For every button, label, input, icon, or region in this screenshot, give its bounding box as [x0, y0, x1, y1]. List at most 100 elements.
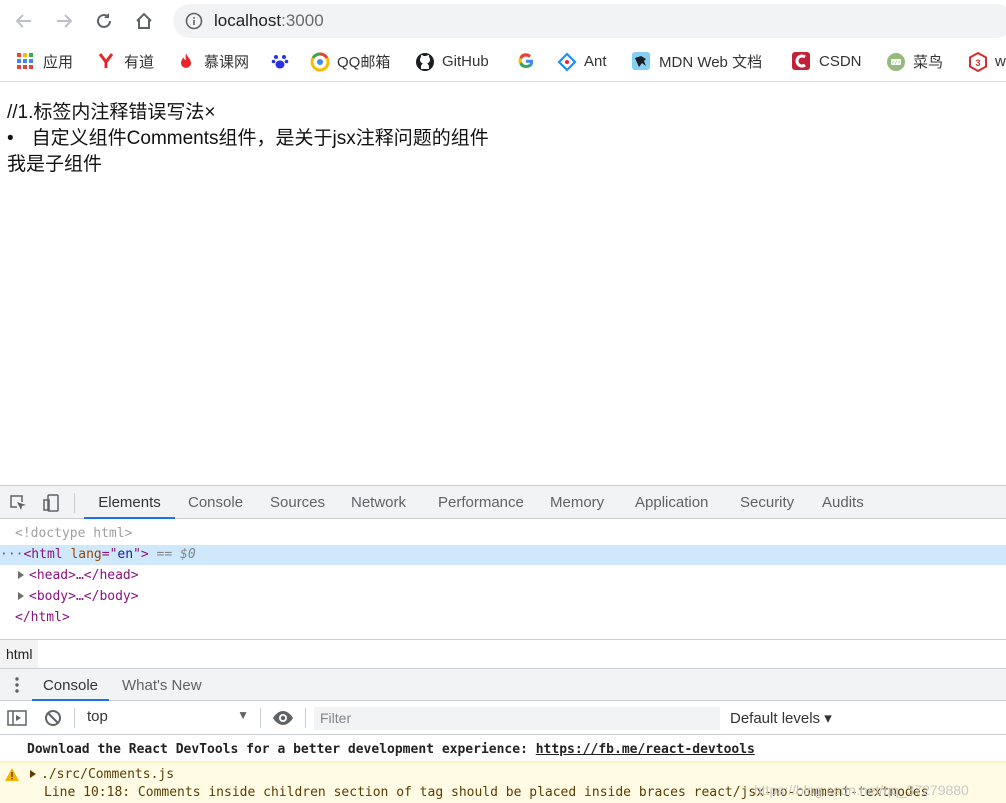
log-levels-dropdown[interactable]: Default levels ▾	[730, 709, 832, 727]
device-toolbar-icon[interactable]	[42, 493, 62, 513]
bookmark-label: MDN Web 文档	[659, 53, 763, 71]
url-port: :3000	[281, 11, 324, 30]
github-icon	[415, 52, 434, 71]
warning-icon	[5, 768, 19, 781]
context-selector[interactable]: top ▼	[87, 708, 249, 728]
body-node[interactable]: <body>…</body>	[18, 587, 139, 607]
bookmark-label: GitHub	[442, 52, 489, 70]
forward-button[interactable]	[52, 9, 76, 33]
expand-triangle-icon[interactable]	[18, 571, 24, 579]
inspect-element-icon[interactable]	[9, 494, 27, 512]
csdn-icon	[792, 52, 810, 70]
back-button[interactable]	[12, 9, 36, 33]
bookmark-runoob[interactable]: </> 菜鸟	[886, 50, 943, 72]
list-bullet: •	[7, 128, 14, 149]
toolbar-divider	[260, 708, 261, 728]
bookmarks-bar: 应用 有道 慕课网 QQ邮箱 GitHub Ant MDN Web 文档 CSD…	[0, 42, 1006, 82]
bookmark-google[interactable]	[517, 50, 544, 72]
svg-text:</>: </>	[891, 60, 900, 66]
drawer-tab-console[interactable]: Console	[32, 669, 109, 701]
browser-toolbar: localhost:3000	[0, 0, 1006, 42]
warning-file-row[interactable]: ./src/Comments.js	[30, 767, 174, 782]
tab-console[interactable]: Console	[188, 486, 243, 519]
doctype-node[interactable]: <!doctype html>	[15, 524, 132, 544]
tab-security[interactable]: Security	[740, 486, 794, 519]
bookmark-apps[interactable]: 应用	[16, 50, 73, 72]
bookmark-w3cschool[interactable]: 3w	[968, 50, 1006, 73]
child-component-text: 我是子组件	[7, 154, 103, 175]
breadcrumb: html	[0, 639, 1006, 668]
tab-performance[interactable]: Performance	[438, 486, 524, 519]
imooc-flame-icon	[177, 52, 195, 70]
bookmark-youdao[interactable]: 有道	[97, 50, 154, 72]
bookmark-label: QQ邮箱	[337, 53, 391, 71]
dom-tree: <!doctype html> ···<html lang="en"> == $…	[0, 520, 1006, 638]
breadcrumb-html[interactable]: html	[0, 640, 39, 668]
list-item-text: 自定义组件Comments组件，是关于jsx注释问题的组件	[31, 128, 489, 149]
eye-icon[interactable]	[272, 709, 294, 727]
w3cschool-icon: 3	[968, 51, 987, 73]
tab-application[interactable]: Application	[635, 486, 708, 519]
bookmark-baidu[interactable]	[271, 50, 298, 72]
console-warning-message: ./src/Comments.js Line 10:18: Comments i…	[0, 762, 1006, 803]
info-icon[interactable]	[185, 12, 203, 30]
expand-triangle-icon[interactable]	[18, 592, 24, 600]
page-viewport: //1.标签内注释错误写法× • 自定义组件Comments组件，是关于jsx注释…	[0, 83, 1006, 485]
forward-arrow-icon	[57, 14, 73, 28]
head-tag: <head>…</head>	[29, 568, 139, 583]
filter-input[interactable]: Filter	[314, 707, 720, 730]
dropdown-arrow-icon: ▼	[237, 708, 249, 722]
reload-icon	[97, 13, 111, 28]
tab-network[interactable]: Network	[351, 486, 406, 519]
info-text: Download the React DevTools for a better…	[27, 742, 536, 757]
tab-audits[interactable]: Audits	[822, 486, 864, 519]
watermark-text: https://blog.csdn.net/qq_37279880	[754, 782, 969, 798]
list-item: • 自定义组件Comments组件，是关于jsx注释问题的组件	[7, 123, 489, 150]
bookmark-ant[interactable]: Ant	[557, 50, 607, 72]
html-close-node[interactable]: </html>	[15, 608, 70, 628]
tab-memory[interactable]: Memory	[550, 486, 604, 519]
bookmark-qqmail[interactable]: QQ邮箱	[310, 50, 390, 72]
bookmark-imooc[interactable]: 慕课网	[177, 50, 249, 72]
runoob-icon: </>	[886, 52, 905, 71]
apps-grid-icon	[16, 52, 34, 70]
bookmark-csdn[interactable]: CSDN	[792, 50, 862, 72]
toolbar-divider	[74, 493, 75, 513]
warning-file: ./src/Comments.js	[41, 767, 175, 782]
drawer-tab-whats-new[interactable]: What's New	[122, 669, 202, 701]
html-open-tag: <html	[23, 547, 63, 562]
expand-triangle-icon[interactable]	[30, 770, 36, 778]
home-icon	[136, 12, 152, 29]
sidebar-toggle-icon[interactable]	[7, 709, 27, 727]
selected-marker: == $0	[148, 547, 196, 562]
bookmark-label: CSDN	[819, 52, 862, 70]
react-devtools-link[interactable]: https://fb.me/react-devtools	[536, 742, 755, 757]
html-node-selected[interactable]: ···<html lang="en"> == $0	[0, 545, 1006, 565]
qqmail-icon	[310, 52, 330, 72]
toolbar-divider	[74, 708, 75, 728]
bookmark-label: 应用	[43, 53, 74, 71]
console-messages: Download the React DevTools for a better…	[0, 736, 1006, 803]
reload-button[interactable]	[92, 9, 116, 33]
attr-name: lang	[62, 547, 102, 562]
google-icon	[517, 52, 535, 70]
address-bar[interactable]: localhost:3000	[173, 4, 1006, 38]
devtools-panel: Elements Console Sources Network Perform…	[0, 485, 1006, 803]
url-host: localhost	[214, 11, 282, 30]
head-node[interactable]: <head>…</head>	[18, 566, 139, 586]
context-value: top	[87, 708, 108, 725]
bookmark-github[interactable]: GitHub	[415, 50, 489, 72]
bookmark-label: Ant	[584, 52, 607, 70]
bookmark-label: 慕课网	[204, 53, 250, 71]
tab-elements[interactable]: Elements	[84, 486, 175, 519]
tab-sources[interactable]: Sources	[270, 486, 325, 519]
clear-console-icon[interactable]	[44, 709, 62, 727]
console-info-message: Download the React DevTools for a better…	[0, 736, 1006, 762]
bookmark-label: w	[995, 52, 1006, 70]
more-vertical-icon[interactable]	[13, 676, 21, 694]
home-button[interactable]	[132, 9, 156, 33]
drawer-tabbar: Console What's New	[0, 668, 1006, 701]
bookmark-label: 菜鸟	[913, 53, 944, 71]
bookmark-mdn[interactable]: MDN Web 文档	[632, 50, 762, 72]
toolbar-divider	[305, 708, 306, 728]
